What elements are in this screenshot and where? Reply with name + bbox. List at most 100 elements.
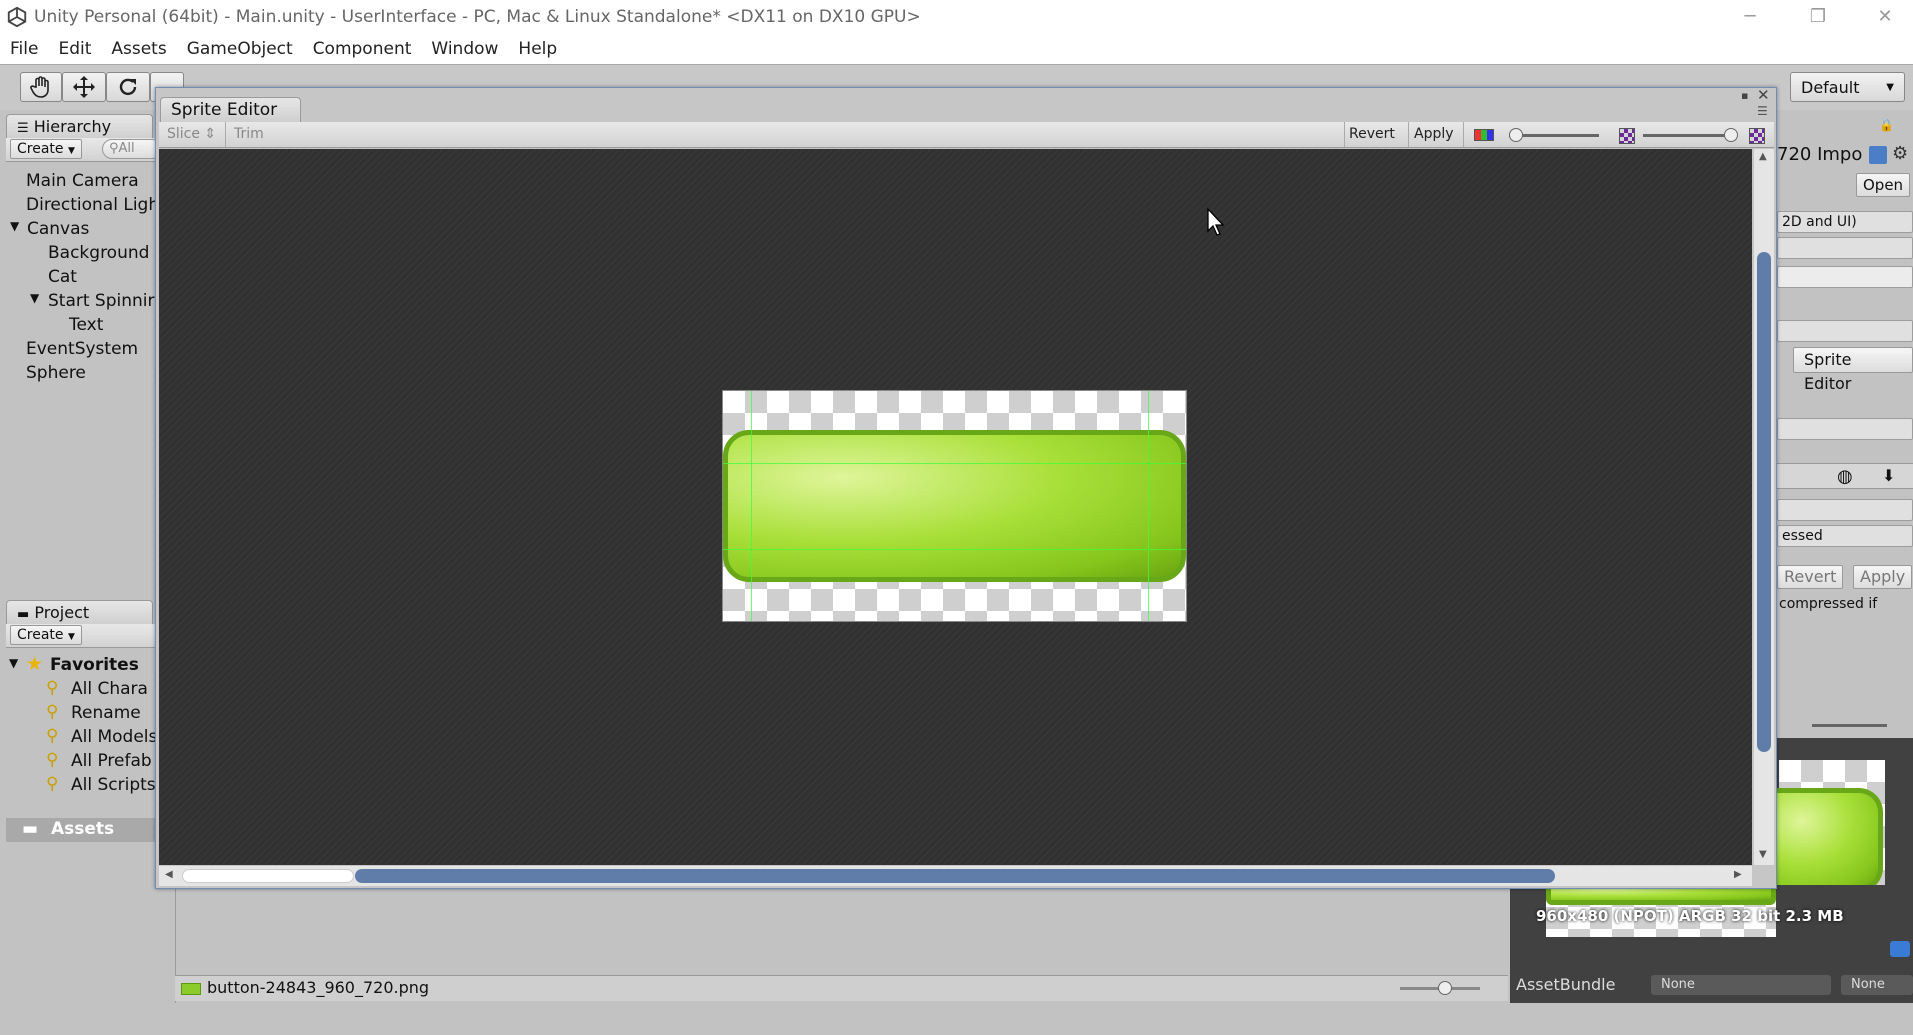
hierarchy-item[interactable]: Sphere — [26, 363, 86, 383]
hand-icon — [30, 76, 49, 98]
trim-button[interactable]: Trim — [234, 126, 264, 142]
assets-folder-label: Assets — [51, 819, 115, 839]
hierarchy-item[interactable]: EventSystem — [26, 339, 138, 359]
inspector-panel: 🔒 720 Impo ⚙ Open 2D and UI) Sprite Edit… — [1777, 110, 1913, 1003]
lock-icon[interactable]: 🔒 — [1879, 118, 1894, 132]
favorites-item[interactable]: All Chara — [71, 679, 148, 699]
vertical-scroll-thumb[interactable] — [1757, 252, 1771, 752]
divider — [1463, 122, 1464, 147]
preview-zoom-slider[interactable] — [1812, 724, 1887, 727]
scroll-left-icon[interactable]: ◀ — [165, 869, 173, 880]
restore-button[interactable]: ❐ — [1788, 0, 1848, 34]
favorites-label[interactable]: Favorites — [50, 655, 139, 675]
hierarchy-item[interactable]: Text — [69, 315, 103, 335]
inspector-apply-button[interactable]: Apply — [1853, 565, 1913, 589]
mip-slider-track[interactable] — [1643, 134, 1733, 137]
inspector-dropdown[interactable] — [1777, 237, 1913, 259]
hierarchy-search-input[interactable]: ⚲All — [102, 139, 162, 159]
project-tab-label: Project — [34, 603, 90, 622]
tab-hierarchy[interactable]: ☰ Hierarchy — [6, 114, 153, 139]
slider-thumb[interactable] — [1438, 981, 1452, 995]
menu-window[interactable]: Window — [421, 39, 508, 59]
checker-icon — [1749, 128, 1765, 144]
expand-triangle-icon[interactable]: ▼ — [30, 291, 39, 305]
close-icon[interactable]: ✕ — [1757, 86, 1770, 104]
thumbnail-size-slider[interactable] — [1400, 981, 1480, 995]
folder-icon: ▬ — [17, 607, 30, 622]
assetbundle-variant-dropdown[interactable]: None — [1841, 975, 1913, 995]
inspector-revert-button[interactable]: Revert — [1777, 565, 1844, 589]
hierarchy-item[interactable]: Cat — [48, 267, 77, 287]
menu-help[interactable]: Help — [508, 39, 567, 59]
favorites-item[interactable]: All Prefab — [71, 751, 152, 771]
download-icon[interactable]: ⬇ — [1882, 466, 1895, 485]
horizontal-scroll-thumb[interactable] — [355, 869, 1555, 883]
inspector-dropdown[interactable] — [1777, 499, 1913, 521]
vertical-scrollbar[interactable]: ▲ ▼ — [1754, 149, 1774, 865]
menu-assets[interactable]: Assets — [101, 39, 176, 59]
slice-dropdown[interactable]: Slice ⇕ — [167, 126, 216, 142]
revert-button[interactable]: Revert — [1349, 126, 1395, 142]
texture-type-dropdown[interactable]: 2D and UI) — [1777, 211, 1913, 233]
sprite-canvas[interactable] — [159, 149, 1752, 865]
hierarchy-item[interactable]: Main Camera — [26, 171, 139, 191]
border-guide-bottom[interactable] — [723, 549, 1186, 550]
zoom-slider-thumb[interactable] — [1509, 128, 1523, 142]
hierarchy-item[interactable]: Directional Ligh — [26, 195, 159, 215]
border-guide-top[interactable] — [723, 463, 1186, 464]
rotate-tool-button[interactable] — [106, 72, 150, 102]
assetbundle-variant-value: None — [1851, 977, 1885, 992]
platform-tabs: ◍ ⬇ — [1777, 463, 1913, 489]
globe-icon[interactable]: ◍ — [1837, 466, 1853, 487]
inspector-dropdown[interactable] — [1777, 418, 1913, 440]
menu-bar: File Edit Assets GameObject Component Wi… — [0, 34, 1913, 64]
mip-slider-thumb[interactable] — [1724, 128, 1738, 142]
border-guide-left[interactable] — [751, 391, 752, 621]
scroll-up-icon[interactable]: ▲ — [1759, 151, 1767, 162]
menu-file[interactable]: File — [0, 39, 48, 59]
format-dropdown[interactable]: essed — [1777, 525, 1913, 547]
border-guide-right[interactable] — [1148, 391, 1149, 621]
hierarchy-item[interactable]: Canvas — [27, 219, 89, 239]
list-icon: ☰ — [17, 121, 29, 136]
apply-button[interactable]: Apply — [1414, 126, 1454, 142]
hierarchy-create-button[interactable]: Create ▼ — [10, 139, 82, 159]
hierarchy-item[interactable]: Start Spinnir — [48, 291, 155, 311]
hierarchy-item[interactable]: Background — [48, 243, 149, 263]
layout-dropdown[interactable]: Default ▼ — [1790, 72, 1905, 102]
hand-tool-button[interactable] — [20, 72, 62, 102]
scroll-right-icon[interactable]: ▶ — [1734, 869, 1742, 880]
move-tool-button[interactable] — [62, 72, 106, 102]
horizontal-scrollbar[interactable]: ◀ ▶ — [159, 866, 1752, 886]
menu-edit[interactable]: Edit — [48, 39, 101, 59]
format-value: essed — [1782, 528, 1823, 544]
open-button[interactable]: Open — [1856, 173, 1911, 197]
help-book-icon[interactable] — [1869, 146, 1887, 164]
tag-icon[interactable] — [1890, 941, 1910, 957]
project-create-button[interactable]: Create ▼ — [10, 625, 82, 645]
sprite-texture[interactable] — [722, 390, 1187, 622]
color-channel-icon[interactable] — [1474, 129, 1494, 141]
scroll-down-icon[interactable]: ▼ — [1759, 849, 1767, 860]
expand-triangle-icon[interactable]: ▼ — [9, 656, 18, 670]
assets-folder-row[interactable]: ▬ Assets — [6, 818, 155, 842]
close-button[interactable]: ✕ — [1855, 0, 1913, 34]
maximize-icon[interactable]: ▪ — [1741, 89, 1748, 102]
favorites-item[interactable]: All Models — [71, 727, 157, 747]
panel-menu-icon[interactable]: ☰ — [1757, 104, 1768, 118]
inspector-text-field[interactable] — [1777, 266, 1913, 288]
sprite-editor-button[interactable]: Sprite Editor — [1793, 347, 1913, 393]
assetbundle-dropdown[interactable]: None — [1651, 975, 1831, 995]
tab-project[interactable]: ▬ Project — [6, 600, 153, 625]
expand-triangle-icon[interactable]: ▼ — [10, 219, 19, 233]
inspector-dropdown[interactable] — [1777, 320, 1913, 342]
minimize-button[interactable]: ─ — [1720, 0, 1780, 34]
favorites-item[interactable]: Rename — [71, 703, 141, 723]
gear-icon[interactable]: ⚙ — [1892, 143, 1908, 164]
window-title: Unity Personal (64bit) - Main.unity - Us… — [34, 7, 921, 27]
tab-sprite-editor[interactable]: Sprite Editor — [160, 97, 301, 122]
menu-component[interactable]: Component — [303, 39, 422, 59]
menu-gameobject[interactable]: GameObject — [177, 39, 303, 59]
favorites-item[interactable]: All Scripts — [71, 775, 156, 795]
saved-search-icon: ⚲ — [46, 678, 59, 698]
